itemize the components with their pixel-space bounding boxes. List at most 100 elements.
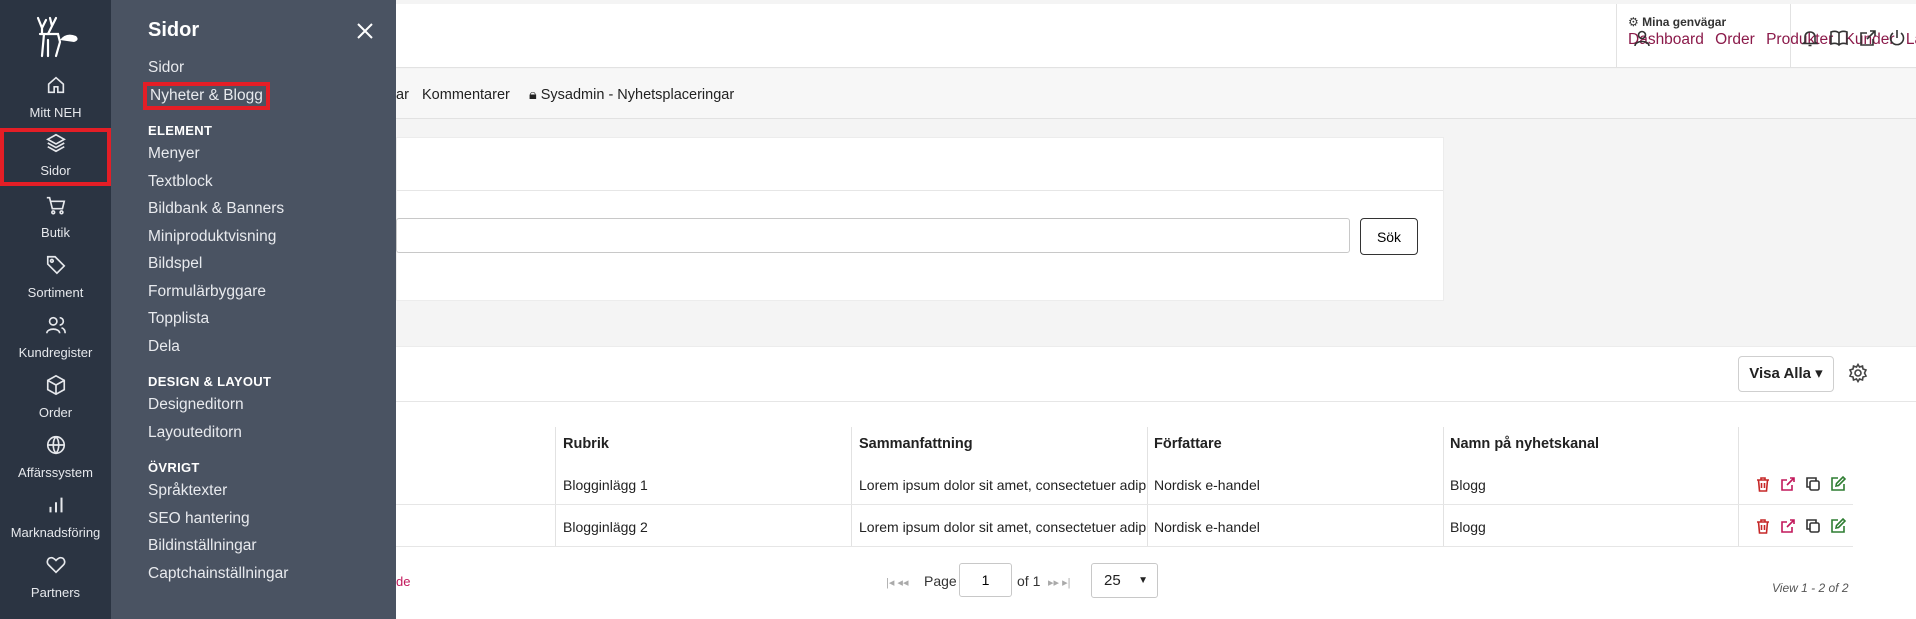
divider — [1616, 4, 1617, 68]
divider — [1790, 4, 1791, 68]
caret-down-icon: ▾ — [1815, 365, 1823, 382]
edit-icon[interactable] — [1829, 475, 1847, 493]
flyout-link-textblock[interactable]: Textblock — [148, 173, 213, 191]
external-link-icon[interactable] — [1779, 517, 1797, 535]
flyout-link-sidor[interactable]: Sidor — [148, 59, 184, 77]
cell-rubrik: Blogginlägg 2 — [563, 519, 648, 535]
flyout-link-seo[interactable]: SEO hantering — [148, 510, 250, 528]
cell-kanal: Blogg — [1450, 519, 1486, 535]
visa-alla-label: Visa Alla — [1749, 365, 1811, 382]
rail-item-partners[interactable]: Partners — [0, 550, 111, 606]
flyout-link-topplista[interactable]: Topplista — [148, 310, 209, 328]
gear-icon[interactable] — [1848, 363, 1868, 383]
column-separator — [1147, 427, 1148, 547]
cell-forfattare: Nordisk e-handel — [1154, 477, 1260, 493]
flyout-section-design: DESIGN & LAYOUT — [148, 374, 272, 389]
tag-icon — [46, 255, 65, 275]
flyout-link-designeditorn[interactable]: Designeditorn — [148, 396, 244, 414]
page-size-select[interactable]: 25 ▼ — [1091, 563, 1158, 598]
heart-icon — [46, 556, 65, 574]
flyout-link-bildspel[interactable]: Bildspel — [148, 255, 202, 273]
flyout-link-dela[interactable]: Dela — [148, 338, 180, 356]
page-label: Page — [924, 573, 957, 589]
column-header-sammanfattning[interactable]: Sammanfattning — [859, 436, 973, 452]
cell-kanal: Blogg — [1450, 477, 1486, 493]
bar-chart-icon — [48, 497, 63, 513]
flyout-link-layouteditorn[interactable]: Layouteditorn — [148, 424, 242, 442]
rail-item-sidor[interactable]: Sidor — [0, 128, 111, 186]
flyout-link-formularbyggare[interactable]: Formulärbyggare — [148, 283, 266, 301]
column-separator — [1443, 427, 1444, 547]
subnav-item-sysadmin-label: Sysadmin - Nyhetsplaceringar — [540, 87, 735, 103]
rail-item-affarssystem[interactable]: Affärssystem — [0, 430, 111, 486]
flyout-link-menyer[interactable]: Menyer — [148, 145, 200, 163]
caret-down-icon: ▼ — [1138, 575, 1148, 586]
cell-sammanfattning: Lorem ipsum dolor sit amet, consectetuer… — [859, 477, 1147, 493]
search-button[interactable]: Sök — [1360, 218, 1418, 255]
top-header: ⚙ Mina genvägar Dashboard Order Produkte… — [396, 4, 1916, 68]
user-icon[interactable] — [1632, 28, 1652, 48]
column-separator — [1738, 427, 1739, 547]
rail-item-label: Butik — [41, 225, 70, 240]
search-input[interactable] — [396, 218, 1350, 253]
rail-item-mitt-neh[interactable]: Mitt NEH — [0, 70, 111, 126]
shortcut-order[interactable]: Order — [1715, 31, 1755, 48]
cell-sammanfattning: Lorem ipsum dolor sit amet, consectetuer… — [859, 519, 1147, 535]
rail-item-label: Mitt NEH — [29, 105, 82, 120]
power-icon[interactable] — [1887, 28, 1907, 48]
divider — [397, 190, 1443, 191]
main-nav-rail: Mitt NEH Sidor Butik Sortiment Kundregis… — [0, 0, 111, 619]
rail-item-sortiment[interactable]: Sortiment — [0, 250, 111, 306]
page-number-input[interactable] — [959, 563, 1012, 597]
partial-link[interactable]: de — [396, 574, 410, 589]
copy-icon[interactable] — [1804, 517, 1822, 535]
moose-logo-icon[interactable] — [30, 14, 80, 58]
flyout-link-captcha[interactable]: Captchainställningar — [148, 565, 288, 583]
column-separator — [555, 427, 556, 547]
gear-icon: ⚙ — [1628, 15, 1639, 29]
news-table-card: Visa Alla ▾ Rubrik Sammanfattning Förfat… — [396, 346, 1916, 619]
flyout-link-nyheter-blogg[interactable]: Nyheter & Blogg — [143, 82, 270, 110]
rail-item-label: Order — [38, 405, 73, 420]
rail-item-label: Affärssystem — [18, 465, 93, 480]
next-last-page-icon[interactable]: ▸▸ ▸| — [1048, 576, 1070, 589]
external-link-icon[interactable] — [1779, 475, 1797, 493]
sub-navigation: ar Kommentarer 🔒︎ Sysadmin - Nyhetsplace… — [396, 69, 1916, 119]
visa-alla-dropdown[interactable]: Visa Alla ▾ — [1738, 356, 1834, 392]
flyout-link-bildbank[interactable]: Bildbank & Banners — [148, 200, 284, 218]
trash-icon[interactable] — [1754, 517, 1772, 535]
column-header-forfattare[interactable]: Författare — [1154, 436, 1222, 452]
copy-icon[interactable] — [1804, 475, 1822, 493]
divider — [396, 546, 1853, 547]
rail-item-label: Partners — [30, 585, 81, 600]
subnav-item-sysadmin[interactable]: 🔒︎ Sysadmin - Nyhetsplaceringar — [529, 87, 734, 103]
edit-icon[interactable] — [1829, 517, 1847, 535]
flyout-link-miniproduktvisning[interactable]: Miniproduktvisning — [148, 228, 276, 246]
first-prev-page-icon[interactable]: |◂ ◂◂ — [886, 576, 908, 589]
rail-item-kundregister[interactable]: Kundregister — [0, 310, 111, 366]
cell-rubrik: Blogginlägg 1 — [563, 477, 648, 493]
shortcuts-heading-label: Mina genvägar — [1642, 15, 1727, 29]
flyout-link-spraktexter[interactable]: Språktexter — [148, 482, 227, 500]
trash-icon[interactable] — [1754, 475, 1772, 493]
divider — [396, 504, 1853, 505]
external-link-icon[interactable] — [1858, 28, 1878, 48]
subnav-item-partial[interactable]: ar — [396, 87, 409, 103]
close-icon[interactable] — [354, 20, 376, 42]
rail-item-label: Sortiment — [27, 285, 84, 300]
rail-item-order[interactable]: Order — [0, 370, 111, 426]
search-card: Sök — [396, 137, 1444, 301]
rail-item-butik[interactable]: Butik — [0, 190, 111, 246]
subnav-item-kommentarer[interactable]: Kommentarer — [422, 87, 510, 103]
bell-icon[interactable] — [1800, 28, 1820, 48]
rail-item-marknadsforing[interactable]: Marknadsföring — [0, 490, 111, 546]
shortcut-layouteditorn[interactable]: Layouteditorn — [1906, 31, 1916, 48]
rail-item-label: Sidor — [40, 163, 71, 178]
layers-icon — [45, 133, 66, 153]
column-separator — [851, 427, 852, 547]
book-icon[interactable] — [1829, 28, 1849, 48]
column-header-kanal[interactable]: Namn på nyhetskanal — [1450, 436, 1599, 452]
flyout-link-bildinstallningar[interactable]: Bildinställningar — [148, 537, 257, 555]
column-header-rubrik[interactable]: Rubrik — [563, 436, 609, 452]
cell-forfattare: Nordisk e-handel — [1154, 519, 1260, 535]
